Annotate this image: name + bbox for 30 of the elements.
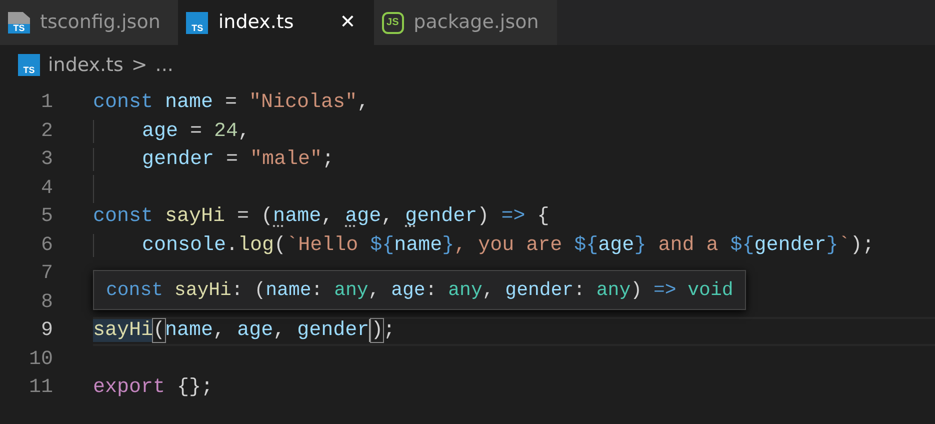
line-number: 11 [28, 375, 53, 401]
line-number: 3 [40, 147, 53, 173]
code-line: const sayHi = (name, age, gender) => { [93, 204, 550, 230]
code-line: sayHi(name, age, gender); [93, 317, 935, 346]
line-number: 1 [40, 90, 53, 116]
editor-tab[interactable]: TS tsconfig.json [0, 0, 178, 45]
editor-tab[interactable]: JS package.json [374, 0, 557, 45]
code-line: gender = "male"; [93, 146, 935, 174]
line-number: 7 [40, 261, 53, 287]
ts-file-icon: TS [18, 54, 40, 76]
ts-file-icon: TS [186, 12, 208, 34]
line-number: 10 [28, 346, 53, 372]
line-number: 6 [40, 232, 53, 258]
chevron-icon: > [131, 50, 148, 80]
code-line: export {}; [93, 375, 214, 401]
close-icon[interactable]: ✕ [340, 8, 356, 37]
hover-tooltip: const sayHi: (name: any, age: any, gender: any) => void [93, 270, 746, 310]
hexagon-file-icon: JS [382, 12, 404, 34]
breadcrumb-item[interactable]: index.ts [48, 50, 124, 80]
editor-tab[interactable]: TS index.ts ✕ [178, 0, 374, 45]
line-number: 2 [40, 118, 53, 144]
code-line: console.log(`Hello ${name}, you are ${age} and a ${gender}`); [93, 232, 935, 260]
line-number: 8 [40, 290, 53, 316]
line-number: 4 [40, 176, 53, 202]
config-file-icon: TS [8, 12, 30, 34]
breadcrumb-more[interactable]: ... [155, 50, 174, 80]
line-number: 5 [40, 204, 53, 230]
code-line: const name = "Nicolas", [93, 90, 370, 116]
line-number: 9 [40, 318, 53, 344]
code-line: age = 24, [93, 118, 935, 146]
